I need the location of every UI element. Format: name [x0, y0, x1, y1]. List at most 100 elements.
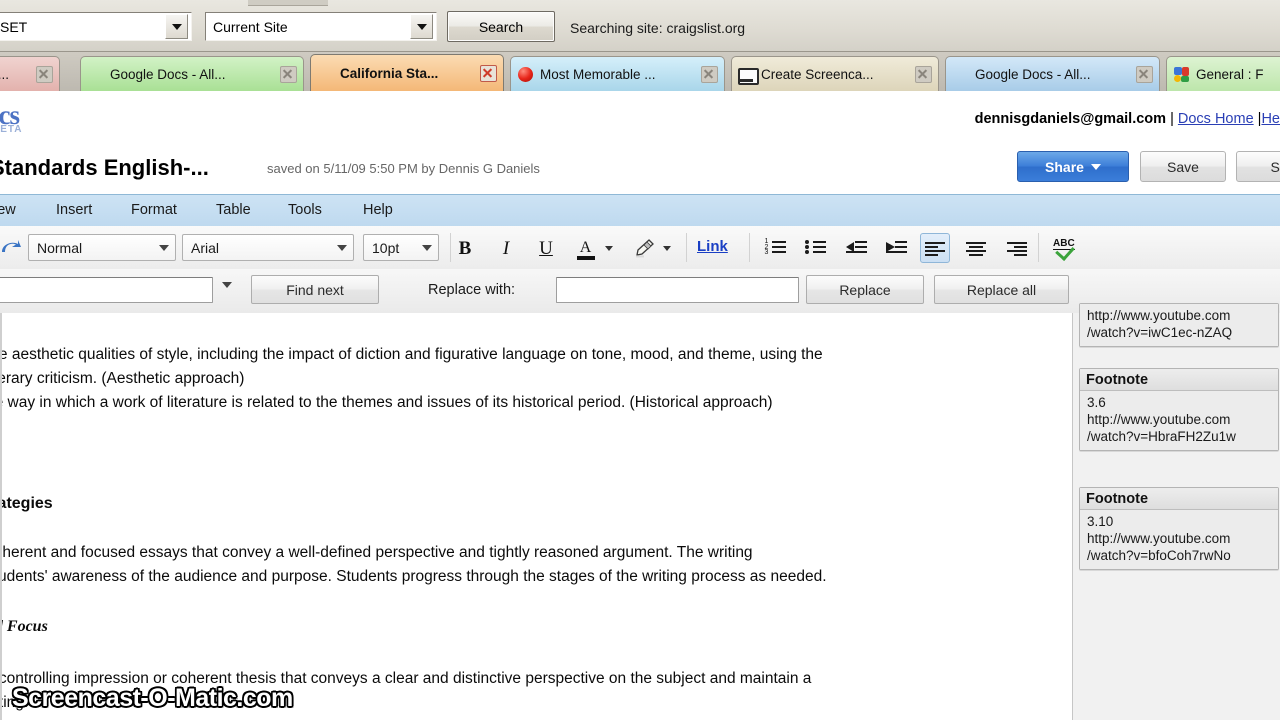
find-next-button[interactable]: Find next — [251, 275, 379, 304]
docs-menu-bar: iew Insert Format Table Tools Help — [0, 194, 1280, 228]
align-right-icon — [1006, 241, 1027, 256]
find-history-dropdown[interactable] — [222, 282, 232, 288]
chevron-down-icon — [416, 244, 438, 251]
bulleted-list-button[interactable] — [800, 233, 830, 263]
separator: | — [1170, 111, 1174, 127]
menu-item-table[interactable]: Table — [216, 202, 251, 218]
browser-tab-4[interactable]: Create Screenca... — [731, 56, 939, 91]
decrease-indent-icon — [845, 240, 867, 256]
footnotes-sidebar: http://www.youtube.com /watch?v=iwC1ec-n… — [1072, 303, 1280, 720]
underline-button[interactable]: U — [531, 233, 561, 263]
bold-button[interactable]: B — [450, 233, 480, 263]
document-left-border — [0, 313, 2, 720]
replace-all-button[interactable]: Replace all — [934, 275, 1069, 304]
footnote-body: 3.10 http://www.youtube.com /watch?v=bfo… — [1080, 510, 1278, 569]
toolbar-notch — [248, 0, 328, 6]
replace-input[interactable] — [556, 277, 799, 303]
align-left-button[interactable] — [920, 233, 950, 263]
align-left-icon — [924, 241, 946, 256]
document-line: literary criticism. (Aesthetic approach) — [0, 370, 245, 387]
paragraph-style-select[interactable]: Normal — [28, 234, 176, 261]
document-canvas[interactable]: the aesthetic qualities of style, includ… — [0, 313, 1072, 720]
screen: SET Current Site Search Searching site: … — [0, 0, 1280, 720]
document-icon — [87, 66, 104, 83]
browser-tab-2[interactable]: California Sta... — [310, 54, 504, 91]
tab-label: e Su... — [0, 66, 10, 82]
footnote-card[interactable]: Footnote 3.10 http://www.youtube.com /wa… — [1079, 487, 1279, 570]
find-input[interactable] — [0, 277, 213, 303]
font-family-select[interactable]: Arial — [182, 234, 354, 261]
monitor-icon — [738, 66, 759, 85]
saved-status: saved on 5/11/09 5:50 PM by Dennis G Dan… — [267, 161, 540, 176]
close-icon[interactable] — [36, 65, 53, 83]
highlighter-icon — [635, 239, 654, 258]
menu-item-tools[interactable]: Tools — [288, 202, 322, 218]
document-icon — [317, 65, 334, 82]
document-title[interactable]: Standards English-... — [0, 155, 209, 181]
decrease-indent-button[interactable] — [841, 233, 871, 263]
close-icon[interactable] — [915, 65, 932, 83]
align-right-button[interactable] — [1001, 233, 1031, 263]
browser-tab-1[interactable]: Google Docs - All... — [80, 56, 304, 91]
increase-indent-icon — [885, 240, 907, 256]
underline-label: U — [539, 237, 553, 259]
red-ball-icon — [517, 66, 534, 83]
document-line: the aesthetic qualities of style, includ… — [0, 346, 823, 363]
replace-button[interactable]: Replace — [806, 275, 924, 304]
share-button[interactable]: Share — [1017, 151, 1129, 182]
browser-tab-6[interactable]: General : F — [1166, 56, 1280, 91]
browser-tab-5[interactable]: Google Docs - All... — [945, 56, 1160, 91]
search-scope-combo[interactable]: Current Site — [205, 12, 437, 41]
numbered-list-button[interactable]: 123 — [760, 233, 790, 263]
text-color-button[interactable]: A — [572, 233, 599, 263]
highlight-color-dropdown[interactable] — [658, 233, 676, 263]
footnote-text-line: /watch?v=HbraFH2Zu1w — [1087, 429, 1236, 444]
document-line: he way in which a work of literature is … — [0, 394, 773, 411]
browser-tab-3[interactable]: Most Memorable ... — [510, 56, 725, 91]
search-scope-value: Current Site — [213, 18, 288, 35]
align-center-button[interactable] — [961, 233, 991, 263]
document-icon — [952, 66, 969, 83]
highlight-color-button[interactable] — [630, 233, 657, 263]
increase-indent-button[interactable] — [881, 233, 911, 263]
account-bar: dennisgdaniels@gmail.com | Docs Home |He — [975, 111, 1280, 127]
menu-item-help[interactable]: Help — [363, 202, 393, 218]
spellcheck-button[interactable]: ABC — [1049, 233, 1081, 263]
screencast-watermark: Screencast-O-Matic.com — [12, 684, 293, 712]
help-link[interactable]: He — [1261, 111, 1280, 127]
menu-item-view[interactable]: iew — [0, 202, 16, 218]
menu-item-format[interactable]: Format — [131, 202, 177, 218]
chevron-down-icon[interactable] — [165, 14, 188, 39]
footnote-text-line: http://www.youtube.com — [1087, 412, 1231, 427]
toolbar-divider — [749, 233, 750, 262]
font-size-select[interactable]: 10pt — [363, 234, 439, 261]
align-center-icon — [965, 241, 987, 256]
close-icon[interactable] — [280, 65, 297, 83]
italic-button[interactable]: I — [491, 233, 521, 263]
chevron-down-icon[interactable] — [410, 14, 433, 39]
tab-label: Create Screenca... — [761, 66, 874, 82]
browser-tab-0[interactable]: e Su... — [0, 56, 60, 91]
font-size-value: 10pt — [372, 239, 400, 256]
search-button[interactable]: Search — [447, 11, 555, 42]
google-buzz-icon — [1173, 66, 1190, 83]
menu-item-insert[interactable]: Insert — [56, 202, 92, 218]
browser-search-toolbar: SET Current Site Search Searching site: … — [0, 0, 1280, 52]
search-keyword-combo[interactable]: SET — [0, 12, 192, 41]
save-button[interactable]: Save — [1140, 151, 1226, 182]
color-swatch — [576, 256, 595, 260]
footnote-card[interactable]: Footnote 3.6 http://www.youtube.com /wat… — [1079, 368, 1279, 451]
close-icon[interactable] — [480, 64, 497, 82]
insert-link-button[interactable]: Link — [697, 238, 728, 255]
google-docs-logo: ocs BETA — [0, 100, 21, 135]
close-icon[interactable] — [701, 65, 718, 83]
text-color-dropdown[interactable] — [600, 233, 618, 263]
docs-home-link[interactable]: Docs Home — [1178, 111, 1254, 127]
tab-label: Most Memorable ... — [540, 66, 656, 82]
footnote-card[interactable]: http://www.youtube.com /watch?v=iwC1ec-n… — [1079, 303, 1279, 347]
spellcheck-icon: ABC — [1053, 238, 1077, 261]
save-and-close-button[interactable]: Sa — [1236, 151, 1280, 182]
redo-icon[interactable] — [0, 238, 22, 256]
footnote-number: 3.10 — [1087, 514, 1114, 529]
close-icon[interactable] — [1136, 65, 1153, 83]
